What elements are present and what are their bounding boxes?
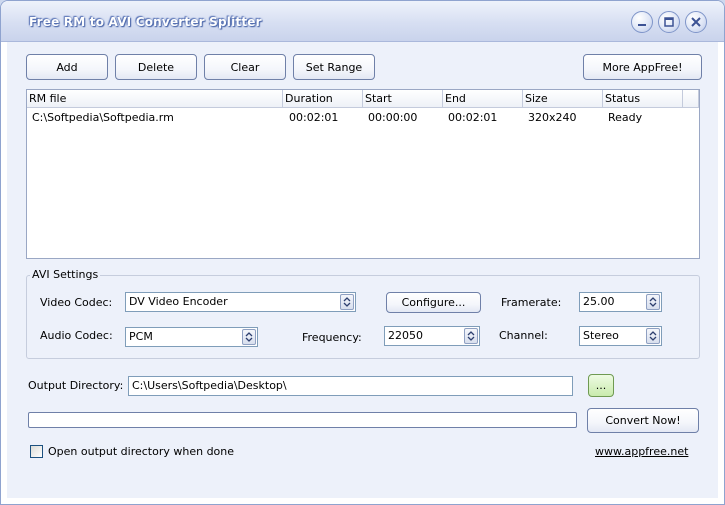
maximize-button[interactable] bbox=[658, 11, 680, 33]
channel-spin[interactable] bbox=[646, 328, 660, 344]
up-down-arrow-icon bbox=[467, 331, 475, 341]
cell-duration: 00:02:01 bbox=[289, 111, 339, 124]
column-header-status[interactable]: Status bbox=[603, 90, 683, 107]
framerate-select[interactable]: 25.00 bbox=[579, 292, 662, 312]
video-codec-label: Video Codec: bbox=[40, 296, 113, 309]
audio-codec-value: PCM bbox=[129, 330, 153, 343]
output-directory-input[interactable]: C:\Users\Softpedia\Desktop\ bbox=[128, 376, 573, 396]
framerate-label: Framerate: bbox=[501, 296, 562, 309]
main-panel: Add Delete Clear Set Range More AppFree!… bbox=[7, 42, 718, 498]
frequency-spin[interactable] bbox=[464, 328, 478, 344]
delete-button[interactable]: Delete bbox=[115, 54, 197, 80]
file-list[interactable]: RM file Duration Start End Size Status C… bbox=[26, 89, 700, 259]
column-header-start[interactable]: Start bbox=[363, 90, 443, 107]
more-appfree-button[interactable]: More AppFree! bbox=[583, 54, 702, 80]
title-bar[interactable]: Free RM to AVI Converter Splitter bbox=[1, 1, 724, 42]
open-when-done-checkbox[interactable] bbox=[30, 445, 43, 458]
audio-codec-spin[interactable] bbox=[242, 329, 256, 345]
up-down-arrow-icon bbox=[245, 332, 253, 342]
configure-button[interactable]: Configure... bbox=[386, 292, 481, 313]
channel-value: Stereo bbox=[583, 329, 619, 342]
framerate-spin[interactable] bbox=[646, 294, 660, 310]
up-down-arrow-icon bbox=[649, 297, 657, 307]
table-row[interactable]: C:\Softpedia\Softpedia.rm 00:02:01 00:00… bbox=[27, 109, 683, 126]
progress-bar bbox=[28, 412, 577, 428]
channel-label: Channel: bbox=[499, 329, 548, 342]
list-header: RM file Duration Start End Size Status bbox=[27, 90, 699, 108]
convert-now-button[interactable]: Convert Now! bbox=[587, 408, 699, 433]
output-directory-value: C:\Users\Softpedia\Desktop\ bbox=[132, 379, 287, 392]
frequency-label: Frequency: bbox=[302, 331, 362, 344]
add-button[interactable]: Add bbox=[26, 54, 108, 80]
video-codec-select[interactable]: DV Video Encoder bbox=[125, 292, 356, 312]
column-header-size[interactable]: Size bbox=[523, 90, 603, 107]
set-range-button[interactable]: Set Range bbox=[293, 54, 375, 80]
appfree-link[interactable]: www.appfree.net bbox=[595, 445, 688, 458]
cell-file: C:\Softpedia\Softpedia.rm bbox=[32, 111, 174, 124]
cell-start: 00:00:00 bbox=[368, 111, 418, 124]
avi-settings-label: AVI Settings bbox=[30, 268, 101, 281]
clear-button[interactable]: Clear bbox=[204, 54, 286, 80]
column-header-filler bbox=[683, 90, 699, 107]
up-down-arrow-icon bbox=[649, 331, 657, 341]
audio-codec-select[interactable]: PCM bbox=[125, 327, 258, 347]
browse-button[interactable]: ... bbox=[588, 374, 614, 397]
output-directory-label: Output Directory: bbox=[28, 379, 124, 392]
cell-status: Ready bbox=[608, 111, 643, 124]
minimize-icon bbox=[638, 24, 646, 26]
open-when-done-label[interactable]: Open output directory when done bbox=[48, 445, 234, 458]
minimize-button[interactable] bbox=[631, 11, 653, 33]
column-header-rm-file[interactable]: RM file bbox=[27, 90, 283, 107]
frequency-value: 22050 bbox=[388, 329, 423, 342]
close-button[interactable] bbox=[685, 11, 707, 33]
channel-select[interactable]: Stereo bbox=[579, 326, 662, 346]
cell-size: 320x240 bbox=[528, 111, 577, 124]
video-codec-spin[interactable] bbox=[340, 294, 354, 310]
close-icon bbox=[691, 17, 701, 27]
column-header-duration[interactable]: Duration bbox=[283, 90, 363, 107]
frequency-select[interactable]: 22050 bbox=[384, 326, 480, 346]
column-header-end[interactable]: End bbox=[443, 90, 523, 107]
cell-end: 00:02:01 bbox=[448, 111, 498, 124]
avi-settings-group: AVI Settings Video Codec: DV Video Encod… bbox=[26, 268, 700, 359]
audio-codec-label: Audio Codec: bbox=[40, 329, 113, 342]
up-down-arrow-icon bbox=[343, 297, 351, 307]
app-window: Free RM to AVI Converter Splitter Add De… bbox=[0, 0, 725, 505]
framerate-value: 25.00 bbox=[583, 295, 615, 308]
video-codec-value: DV Video Encoder bbox=[129, 295, 228, 308]
maximize-icon bbox=[664, 17, 674, 27]
window-title: Free RM to AVI Converter Splitter bbox=[29, 15, 262, 29]
